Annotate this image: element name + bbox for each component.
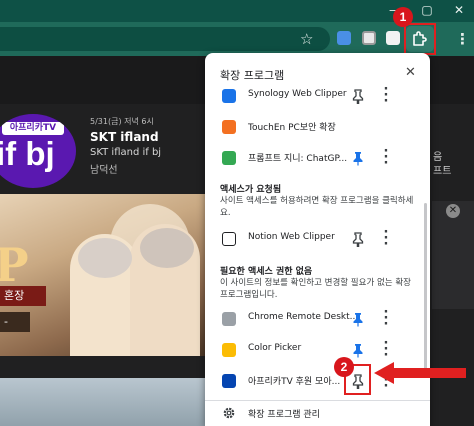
side-text: 음: [433, 152, 443, 163]
manage-extensions-label: 확장 프로그램 관리: [248, 410, 320, 420]
pinned-pin-icon[interactable]: [351, 342, 365, 358]
browser-menu-icon[interactable]: ⋮: [455, 31, 470, 47]
extension-row[interactable]: Notion Web Clipper · · ·: [205, 226, 430, 252]
pinned-extension-icon[interactable]: [337, 31, 351, 45]
manage-extensions-button[interactable]: 확장 프로그램 관리: [205, 403, 430, 426]
notion-icon: [222, 232, 236, 246]
banner-figure-hair: [140, 228, 194, 268]
popup-close-icon[interactable]: ✕: [405, 65, 416, 80]
extension-name: Notion Web Clipper: [248, 232, 335, 242]
section-title-no-access: 필요한 액세스 권한 없음: [220, 267, 313, 277]
extension-row[interactable]: 프롬프트 지니: ChatGP... · · ·: [205, 145, 430, 171]
afreecatv-icon: [222, 374, 236, 388]
browser-toolbar: ☆ ⋮: [0, 22, 474, 56]
extension-more-icon[interactable]: ···: [383, 83, 389, 108]
extension-row[interactable]: TouchEn PC보안 확장: [205, 114, 430, 140]
extension-name: 아프리카TV 후원 모아...: [248, 377, 341, 387]
gear-icon: [223, 407, 235, 419]
banner-figure-hair: [78, 238, 132, 278]
popup-divider: [205, 400, 430, 401]
touchen-icon: [222, 120, 236, 134]
section-title-access-requested: 액세스가 요청됨: [220, 185, 282, 195]
section-desc-access-requested: 사이트 액세스를 허용하려면 확장 프로그램을 클릭하세요.: [220, 196, 414, 218]
maximize-button[interactable]: ▢: [412, 0, 442, 22]
pinned-pin-icon[interactable]: [351, 311, 365, 327]
logo-top-text: 아프리카TV: [2, 122, 64, 135]
extension-name: Color Picker: [248, 343, 302, 353]
step-2-badge: 2: [334, 357, 354, 377]
extension-row[interactable]: Color Picker · · ·: [205, 337, 430, 363]
pointer-arrow-icon: [374, 362, 466, 384]
color-picker-icon: [222, 343, 236, 357]
broadcast-subtitle: SKT ifland if bj: [90, 147, 162, 158]
channel-logo[interactable]: 아프리카TV if bj: [0, 114, 76, 188]
pinned-pin-icon[interactable]: [351, 150, 365, 166]
popup-scrollbar[interactable]: [424, 203, 427, 378]
synology-icon: [222, 89, 236, 103]
step-1-badge: 1: [393, 7, 413, 27]
popup-title: 확장 프로그램: [220, 69, 285, 82]
pinned-extension-icon[interactable]: [362, 31, 376, 45]
extension-row[interactable]: Chrome Remote Deskt... · · ·: [205, 306, 430, 332]
extension-more-icon[interactable]: ···: [383, 337, 389, 362]
highlight-box-extensions: [404, 23, 436, 55]
ad-close-icon[interactable]: ✕: [446, 204, 460, 218]
pinned-extension-icon[interactable]: [386, 31, 400, 45]
extension-more-icon[interactable]: ···: [383, 306, 389, 331]
promo-banner-image[interactable]: P 혼장 -: [0, 194, 208, 356]
extension-name: 프롬프트 지니: ChatGP...: [248, 154, 348, 164]
unpinned-pin-icon[interactable]: [351, 88, 365, 104]
video-thumbnail[interactable]: [0, 378, 208, 426]
broadcast-author[interactable]: 남덕선: [90, 161, 118, 176]
extension-more-icon[interactable]: ···: [383, 145, 389, 170]
section-desc-no-access: 이 사이트의 정보를 확인하고 변경할 필요가 없는 확장 프로그램입니다.: [220, 278, 411, 300]
banner-tag: -: [0, 312, 30, 332]
banner-tag: 혼장: [0, 286, 46, 306]
broadcast-title[interactable]: SKT ifland: [90, 130, 159, 144]
extension-name: Synology Web Clipper: [248, 89, 347, 99]
extension-name: Chrome Remote Deskt...: [248, 312, 359, 322]
bookmark-star-icon[interactable]: ☆: [300, 31, 313, 47]
unpinned-pin-icon[interactable]: [351, 231, 365, 247]
extension-row[interactable]: Synology Web Clipper · · ·: [205, 83, 430, 109]
chrome-remote-desktop-icon: [222, 312, 236, 326]
side-text: 프트: [433, 166, 452, 177]
banner-letter: P: [0, 238, 29, 292]
prompt-genie-icon: [222, 151, 236, 165]
close-window-button[interactable]: ✕: [444, 0, 474, 22]
broadcast-date: 5/31(금) 저녁 6시: [90, 117, 154, 126]
logo-big-text: if bj: [0, 135, 55, 172]
extension-name: TouchEn PC보안 확장: [248, 123, 336, 133]
address-bar[interactable]: ☆: [0, 27, 330, 51]
extension-more-icon[interactable]: ···: [383, 226, 389, 251]
